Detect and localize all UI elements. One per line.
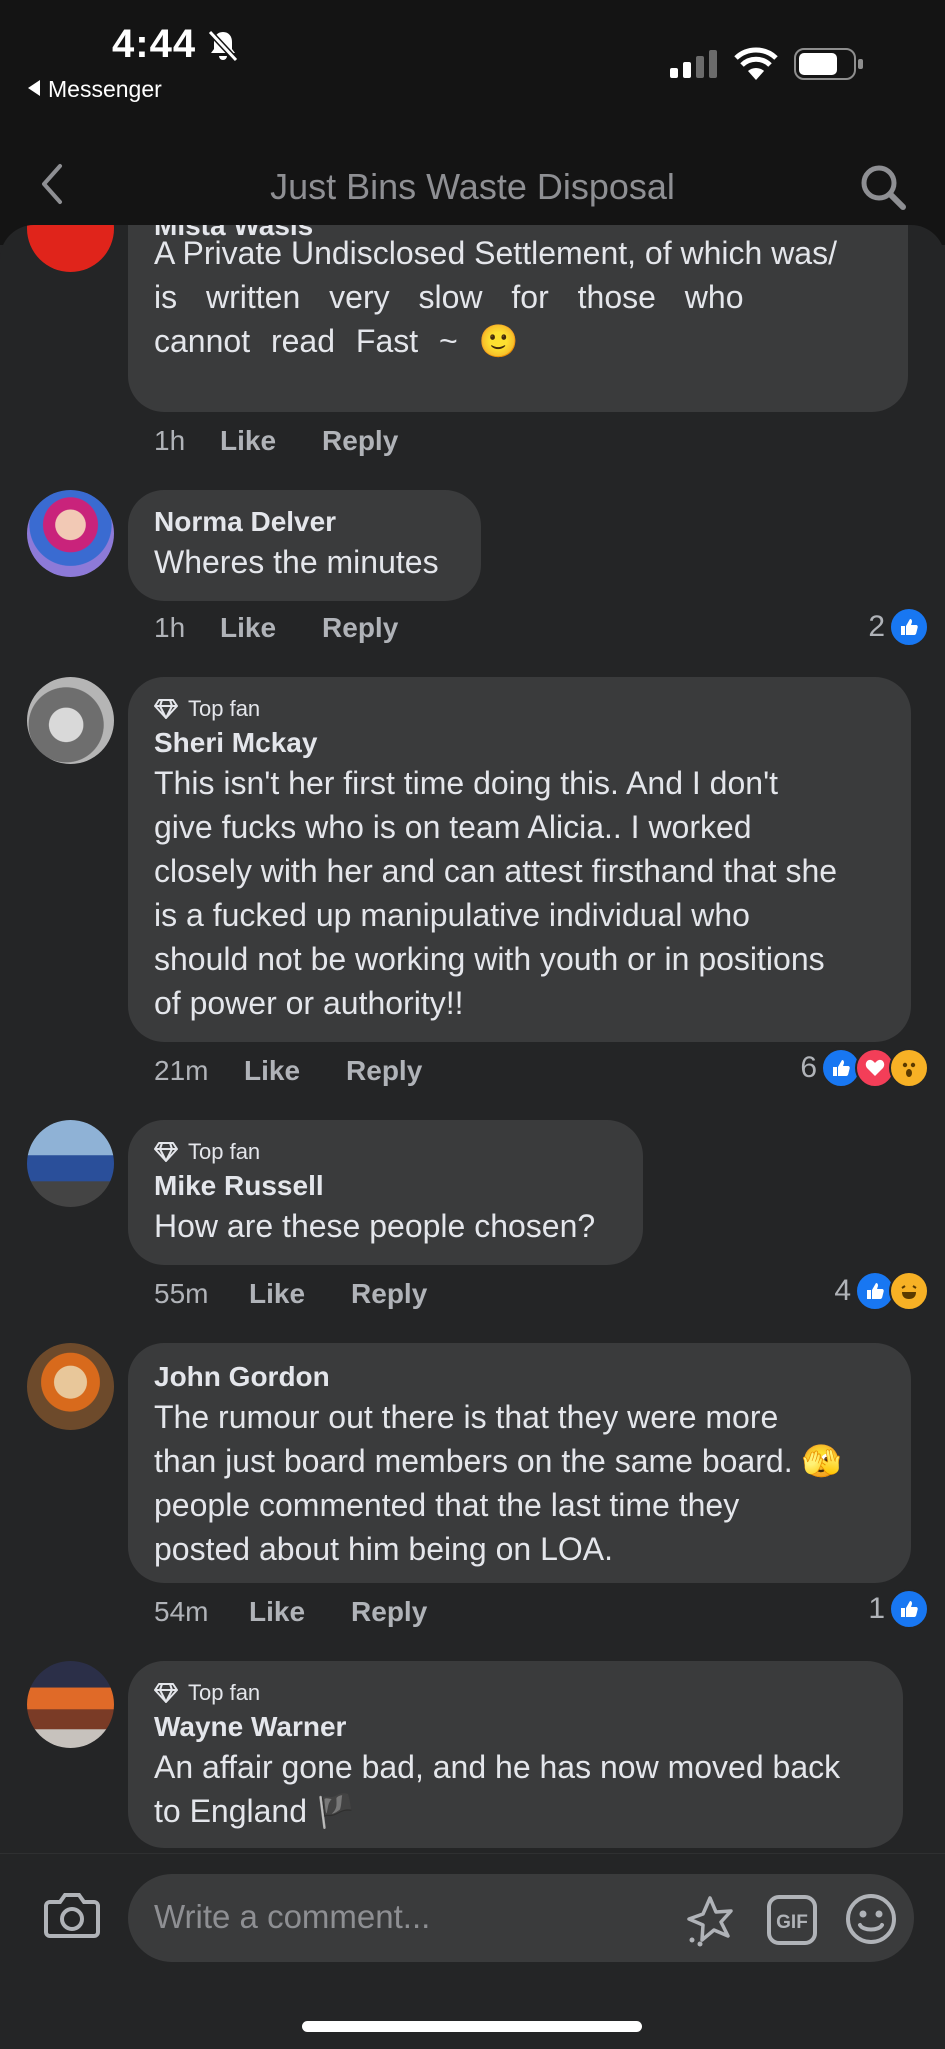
avatar[interactable] [27, 1120, 114, 1207]
reaction-summary[interactable]: 1 [868, 1589, 929, 1629]
comment-author[interactable]: John Gordon [154, 1359, 885, 1395]
top-fan-badge: Top fan [154, 1677, 877, 1709]
comment-bubble: Top fan Mike Russell How are these peopl… [128, 1120, 643, 1265]
cellular-signal-icon [670, 50, 717, 78]
comment-input-placeholder: Write a comment... [154, 1898, 431, 1935]
reply-button[interactable]: Reply [322, 612, 398, 644]
reaction-summary[interactable]: 2 [868, 607, 929, 647]
comment-meta: 54m Like Reply [154, 1596, 427, 1628]
comment-text-line: should not be working with youth or in p… [154, 941, 825, 977]
comment-time: 1h [154, 425, 186, 456]
back-to-app[interactable]: Messenger [28, 76, 162, 103]
comment-text-line: is a fucked up manipulative individual w… [154, 897, 750, 933]
comment-composer: Write a comment... GIF [0, 1853, 945, 2049]
like-button[interactable]: Like [220, 425, 276, 457]
comment-input[interactable]: Write a comment... GIF [128, 1874, 914, 1962]
emoji-icon[interactable] [844, 1892, 898, 1946]
comment-time: 54m [154, 1596, 209, 1627]
comments-sheet: Mista Wasis A Private Undisclosed Settle… [0, 225, 945, 1853]
camera-icon[interactable] [44, 1890, 100, 1940]
comment-author[interactable]: Wayne Warner [154, 1709, 877, 1745]
comment-time: 55m [154, 1278, 209, 1309]
back-arrow-icon [28, 80, 40, 96]
avatar[interactable] [27, 490, 114, 577]
reply-button[interactable]: Reply [322, 425, 398, 457]
comment-author[interactable]: Mike Russell [154, 1168, 617, 1204]
gif-icon[interactable]: GIF [766, 1894, 818, 1946]
like-button[interactable]: Like [249, 1596, 305, 1628]
bell-muted-icon [207, 29, 239, 63]
comment-meta: 21m Like Reply [154, 1055, 422, 1087]
avatar[interactable] [27, 225, 114, 272]
status-bar: 4:44 Messenger [0, 0, 945, 120]
avatar-sticker-icon[interactable] [682, 1894, 738, 1948]
comment-text-line: This isn't her first time doing this. An… [154, 765, 779, 801]
diamond-icon [154, 1683, 178, 1703]
like-reaction-icon [889, 1589, 929, 1629]
comment-time: 1h [154, 612, 186, 643]
search-icon[interactable] [858, 162, 908, 212]
page-title: Just Bins Waste Disposal [270, 166, 675, 207]
avatar[interactable] [27, 1661, 114, 1748]
badge-label: Top fan [188, 1680, 261, 1705]
reaction-count: 2 [868, 610, 885, 643]
avatar[interactable] [27, 1343, 114, 1430]
status-time: 4:44 [112, 22, 197, 66]
wow-reaction-icon [889, 1048, 929, 1088]
comment-text-line: The rumour out there is that they were m… [154, 1399, 779, 1435]
svg-text:GIF: GIF [776, 1912, 808, 1933]
avatar[interactable] [27, 677, 114, 764]
comment-text-line: An affair gone bad, and he has now moved… [154, 1749, 841, 1785]
haha-reaction-icon [889, 1271, 929, 1311]
diamond-icon [154, 699, 178, 719]
comment-bubble: Top fan Wayne Warner An affair gone bad,… [128, 1661, 903, 1848]
comment-text-line: cannot read Fast ~ 🙂 [154, 323, 519, 359]
comment-text-line: closely with her and can attest firsthan… [154, 853, 838, 889]
comment-meta: 55m Like Reply [154, 1278, 427, 1310]
diamond-icon [154, 1142, 178, 1162]
comment-text-line: to England 🏴 [154, 1793, 356, 1829]
back-app-label: Messenger [48, 76, 162, 102]
comment-bubble: Mista Wasis A Private Undisclosed Settle… [128, 225, 908, 412]
top-fan-badge: Top fan [154, 1136, 617, 1168]
wifi-icon [734, 47, 778, 80]
comment-text-line: posted about him being on LOA. [154, 1531, 613, 1567]
top-fan-badge: Top fan [154, 693, 885, 725]
like-button[interactable]: Like [244, 1055, 300, 1087]
comment-meta: 1h Like Reply [154, 425, 398, 457]
comment-text-line: A Private Undisclosed Settlement, of whi… [154, 235, 837, 271]
comment-author[interactable]: Sheri Mckay [154, 725, 885, 761]
like-button[interactable]: Like [220, 612, 276, 644]
comment-text-line: Wheres the minutes [154, 544, 439, 580]
reaction-count: 1 [868, 1592, 885, 1625]
comment-time: 21m [154, 1055, 209, 1086]
reaction-summary[interactable]: 6 [800, 1048, 929, 1088]
comment-text-line: is written very slow for those who [154, 279, 744, 315]
comment-text-line: of power or authority!! [154, 985, 464, 1021]
comment-text-line: How are these people chosen? [154, 1208, 596, 1244]
reaction-summary[interactable]: 4 [834, 1271, 929, 1311]
comment-bubble: Norma Delver Wheres the minutes [128, 490, 481, 601]
badge-label: Top fan [188, 696, 261, 721]
reply-button[interactable]: Reply [351, 1596, 427, 1628]
comment-text-line: than just board members on the same boar… [154, 1443, 842, 1479]
comment-bubble: Top fan Sheri Mckay This isn't her first… [128, 677, 911, 1042]
home-indicator[interactable] [302, 2021, 642, 2032]
battery-icon [794, 48, 863, 80]
reaction-count: 6 [800, 1051, 817, 1084]
comment-author[interactable]: Norma Delver [154, 504, 455, 540]
reply-button[interactable]: Reply [346, 1055, 422, 1087]
reply-button[interactable]: Reply [351, 1278, 427, 1310]
badge-label: Top fan [188, 1139, 261, 1164]
comment-text-line: give fucks who is on team Alicia.. I wor… [154, 809, 752, 845]
reaction-count: 4 [834, 1274, 851, 1307]
comment-text-line: people commented that the last time they [154, 1487, 740, 1523]
comment-bubble: John Gordon The rumour out there is that… [128, 1343, 911, 1583]
like-button[interactable]: Like [249, 1278, 305, 1310]
like-reaction-icon [889, 607, 929, 647]
comment-meta: 1h Like Reply [154, 612, 398, 644]
